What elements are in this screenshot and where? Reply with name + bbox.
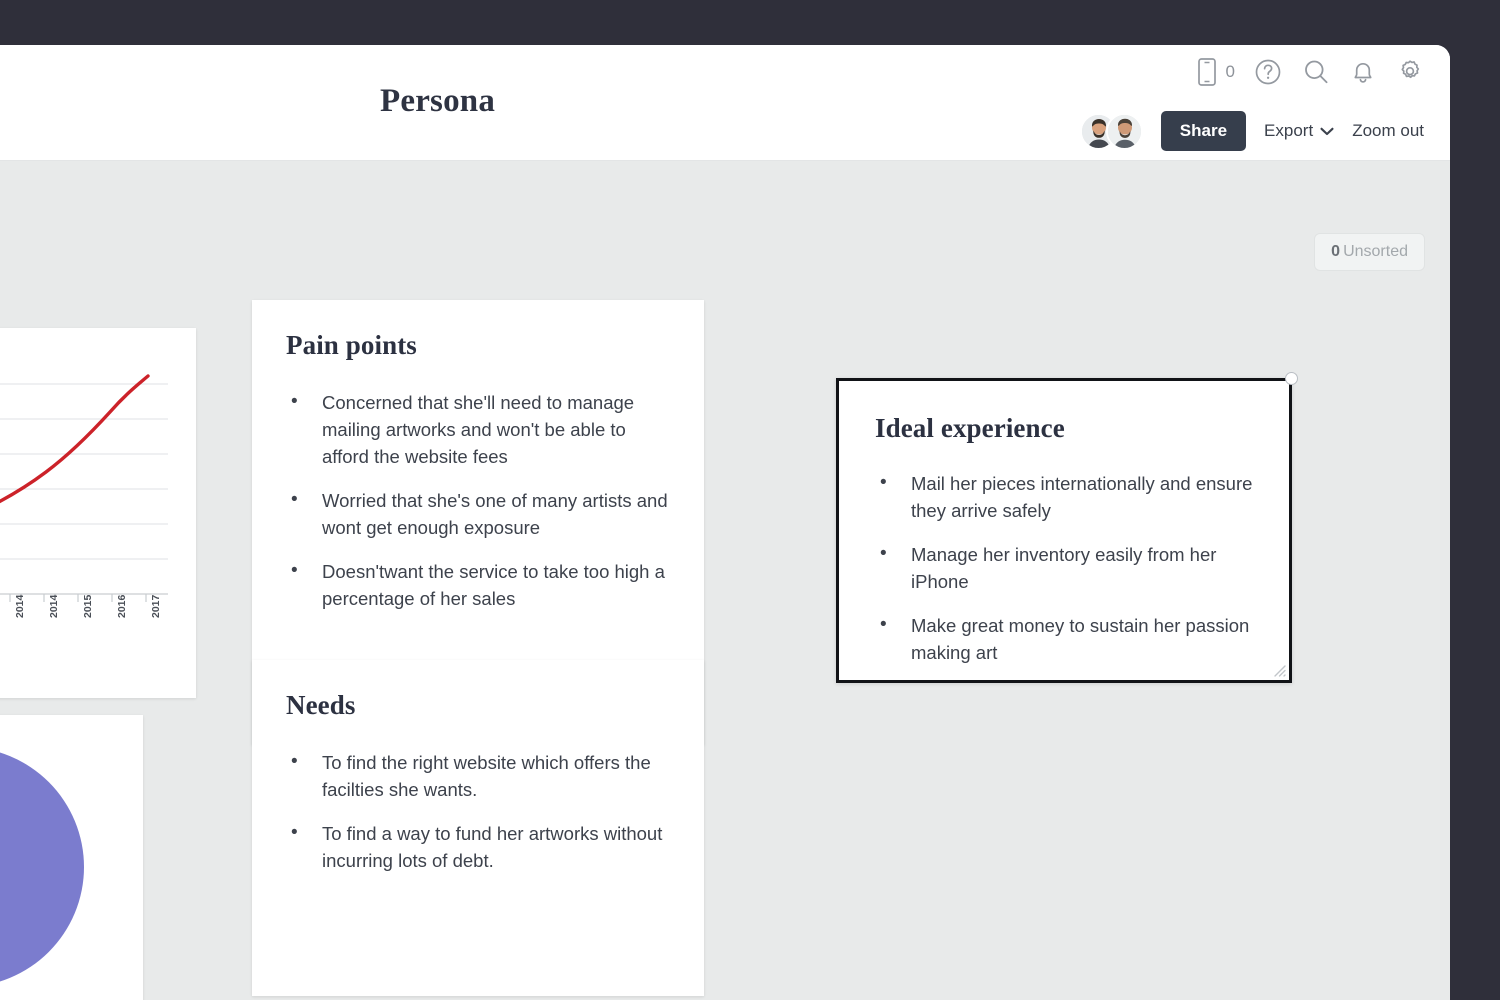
list-item: Manage her inventory easily from her iPh…: [875, 541, 1253, 595]
export-button-label: Export: [1264, 121, 1313, 141]
page-title: Persona: [380, 83, 495, 120]
chart-x-tick: 2014: [48, 595, 60, 618]
list-item: Mail her pieces internationally and ensu…: [875, 470, 1253, 524]
stat-circle: % orks: [0, 747, 84, 987]
list-item: Make great money to sustain her passion …: [875, 612, 1253, 666]
card-title: Ideal experience: [875, 413, 1253, 444]
chart-x-axis-labels: 2010 2011 2012 2013 2014 2014 2015 2016 …: [0, 616, 180, 676]
chart-x-tick: 2016: [116, 595, 128, 618]
chevron-down-icon: [1320, 121, 1334, 141]
chart-card[interactable]: 2010 2011 2012 2013 2014 2014 2015 2016 …: [0, 328, 196, 698]
notifications-icon[interactable]: [1349, 57, 1377, 87]
avatar[interactable]: [1106, 113, 1143, 150]
stat-card[interactable]: % orks: [0, 715, 143, 1000]
pain-points-list: Concerned that she'll need to manage mai…: [286, 389, 670, 612]
toolbar-icon-row: 0: [1196, 57, 1425, 87]
ideal-experience-card[interactable]: Ideal experience Mail her pieces interna…: [836, 378, 1292, 683]
share-button[interactable]: Share: [1161, 111, 1246, 151]
ideal-experience-list: Mail her pieces internationally and ensu…: [875, 470, 1253, 666]
chart-x-tick: 2017: [150, 595, 162, 618]
unsorted-count: 0: [1331, 243, 1340, 260]
toolbar-action-row: Share Export Zoom out: [1080, 111, 1428, 151]
chart-x-tick: 2015: [82, 595, 94, 618]
needs-list: To find the right website which offers t…: [286, 749, 670, 874]
search-icon[interactable]: [1301, 57, 1331, 87]
top-toolbar: 0: [0, 45, 1450, 161]
board-canvas[interactable]: 0Unsorted: [0, 161, 1450, 1000]
zoom-out-button[interactable]: Zoom out: [1352, 121, 1424, 141]
selection-handle[interactable]: [1285, 372, 1298, 385]
app-root: 0: [0, 0, 1500, 1000]
list-item: Concerned that she'll need to manage mai…: [286, 389, 670, 470]
resize-grip-icon[interactable]: [1270, 661, 1286, 677]
unsorted-label: Unsorted: [1343, 243, 1408, 260]
list-item: Worried that she's one of many artists a…: [286, 487, 670, 541]
list-item: To find the right website which offers t…: [286, 749, 670, 803]
card-title: Pain points: [286, 330, 670, 361]
line-chart: [0, 346, 180, 616]
phone-preview-icon[interactable]: [1196, 57, 1218, 87]
help-icon[interactable]: [1253, 57, 1283, 87]
unsorted-badge[interactable]: 0Unsorted: [1314, 233, 1425, 271]
app-window: 0: [0, 45, 1450, 1000]
needs-card[interactable]: Needs To find the right website which of…: [252, 660, 704, 996]
collaborator-avatars[interactable]: [1080, 112, 1143, 150]
list-item: To find a way to fund her artworks witho…: [286, 820, 670, 874]
chart-x-tick: 2014: [14, 595, 26, 618]
phone-preview-group[interactable]: 0: [1196, 57, 1235, 87]
settings-icon[interactable]: [1395, 57, 1425, 87]
card-title: Needs: [286, 690, 670, 721]
list-item: Doesn'twant the service to take too high…: [286, 558, 670, 612]
phone-preview-count: 0: [1226, 62, 1235, 82]
export-button[interactable]: Export: [1264, 121, 1334, 141]
